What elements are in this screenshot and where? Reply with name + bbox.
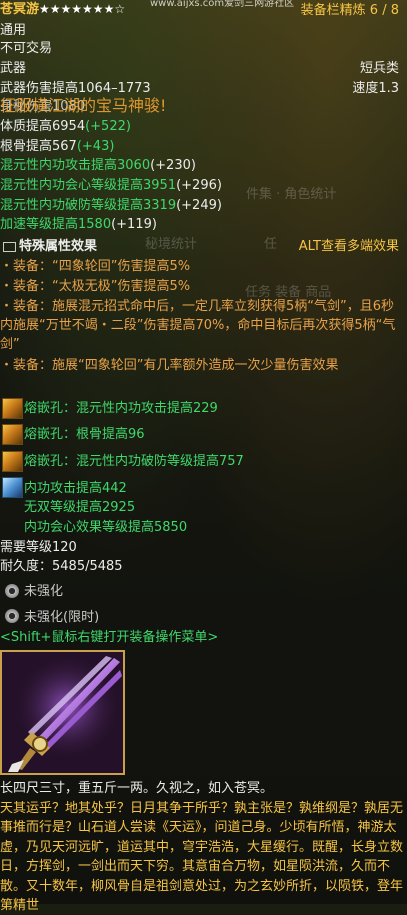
strengthen-status: 未强化 <box>24 584 64 599</box>
bind-status: 不可交易 <box>0 41 53 56</box>
weapon-icon <box>0 650 125 775</box>
stat-bonus: (+296) <box>176 178 222 193</box>
stat-line: 混元性内功会心等级提高3951(+296) <box>0 177 222 195</box>
alt-hint: ALT查看多端效果 <box>298 239 399 254</box>
stat-text: 体质提高6954 <box>0 119 86 134</box>
enchant-line: 内功攻击提高442 <box>24 481 127 496</box>
equip-slot-label: 装备栏精炼 6 / 8 <box>300 3 399 18</box>
bg-secret-stats-label: 秘境统计 <box>145 237 198 252</box>
socket-gem-icon <box>2 424 23 445</box>
shift-menu-hint: <Shift+鼠标右键打开装备操作菜单> <box>0 630 219 645</box>
flavor-long: 天其运乎？地其处乎？日月其争于所乎？孰主张是？孰维纲是？孰居无事推而行是？山石道… <box>0 801 404 914</box>
socket-line: 熔嵌孔：混元性内功攻击提高229 <box>24 401 218 416</box>
stat-line: 混元性内功破防等级提高3319(+249) <box>0 197 222 215</box>
stat-line: 体质提高6954(+522) <box>0 118 131 136</box>
required-level: 需要等级120 <box>0 540 77 555</box>
enchant-icon <box>2 477 23 498</box>
bg-set-stats-label: 件集 · 角色统计 <box>246 187 337 202</box>
socket-line: 熔嵌孔：根骨提高96 <box>24 427 145 442</box>
special-effect: ・装备：施展混元招式命中后，一定几率立刻获得5柄“气剑”，且6秒内施展“万世不竭… <box>0 299 396 352</box>
special-effect: ・装备：“太极无极”伤害提高5% <box>0 279 191 294</box>
item-name: 苍冥游 <box>0 2 40 17</box>
special-header-text: 特殊属性效果 <box>19 239 98 254</box>
strengthen-gear-icon <box>5 584 19 598</box>
socket-gem-icon <box>2 398 23 419</box>
item-category: 通用 <box>0 23 27 38</box>
durability: 耐久度：5485/5485 <box>0 559 123 574</box>
socket-line: 熔嵌孔：混元性内功破防等级提高757 <box>24 454 244 469</box>
sword-art <box>2 652 123 773</box>
item-title-line: 苍冥游★★★★★★★☆ <box>0 0 125 19</box>
stat-bonus: (+249) <box>176 198 222 213</box>
stat-line: 混元性内功攻击提高3060(+230) <box>0 157 196 175</box>
watermark-text: www.aijxs.com爱剑三网游社区 <box>150 0 295 9</box>
enchant-line: 内功会心效果等级提高5850 <box>24 520 188 535</box>
stat-text: 混元性内功破防等级提高3319 <box>0 198 177 213</box>
stat-bonus: (+43) <box>76 139 115 154</box>
star-rating: ★★★★★★★☆ <box>39 2 126 16</box>
stat-text: 混元性内功攻击提高3060 <box>0 158 151 173</box>
weapon-speed: 速度1.3 <box>352 81 399 96</box>
stat-bonus: (+119) <box>111 217 157 232</box>
enchant-line: 无双等级提高2925 <box>24 500 136 515</box>
stat-text: 根骨提高567 <box>0 139 77 154</box>
stat-bonus: (+522) <box>85 119 131 134</box>
stat-line: 加速等级提高1580(+119) <box>0 216 157 234</box>
monitor-icon <box>3 241 16 252</box>
weapon-class: 短兵类 <box>359 61 399 76</box>
special-effects-header: 特殊属性效果 <box>0 238 97 256</box>
strengthen-timed-status: 未强化(限时) <box>24 610 100 625</box>
scrolling-banner: 征服横江湖的宝马神骏! <box>0 96 167 115</box>
socket-gem-icon <box>2 451 23 472</box>
special-effect: ・装备：施展“四象轮回”有几率额外造成一次少量伤害效果 <box>0 358 339 373</box>
stat-text: 加速等级提高1580 <box>0 217 112 232</box>
stat-bonus: (+230) <box>150 158 196 173</box>
stat-line: 根骨提高567(+43) <box>0 138 114 156</box>
bg-ren-label: 任 <box>264 237 278 252</box>
flavor-short: 长四尺三寸，重五斤一两。久视之，如入苍冥。 <box>0 781 274 796</box>
item-type: 武器 <box>0 61 27 76</box>
special-effect: ・装备：“四象轮回”伤害提高5% <box>0 259 191 274</box>
strengthen-timed-gear-icon <box>5 609 19 623</box>
stat-text: 混元性内功会心等级提高3951 <box>0 178 177 193</box>
